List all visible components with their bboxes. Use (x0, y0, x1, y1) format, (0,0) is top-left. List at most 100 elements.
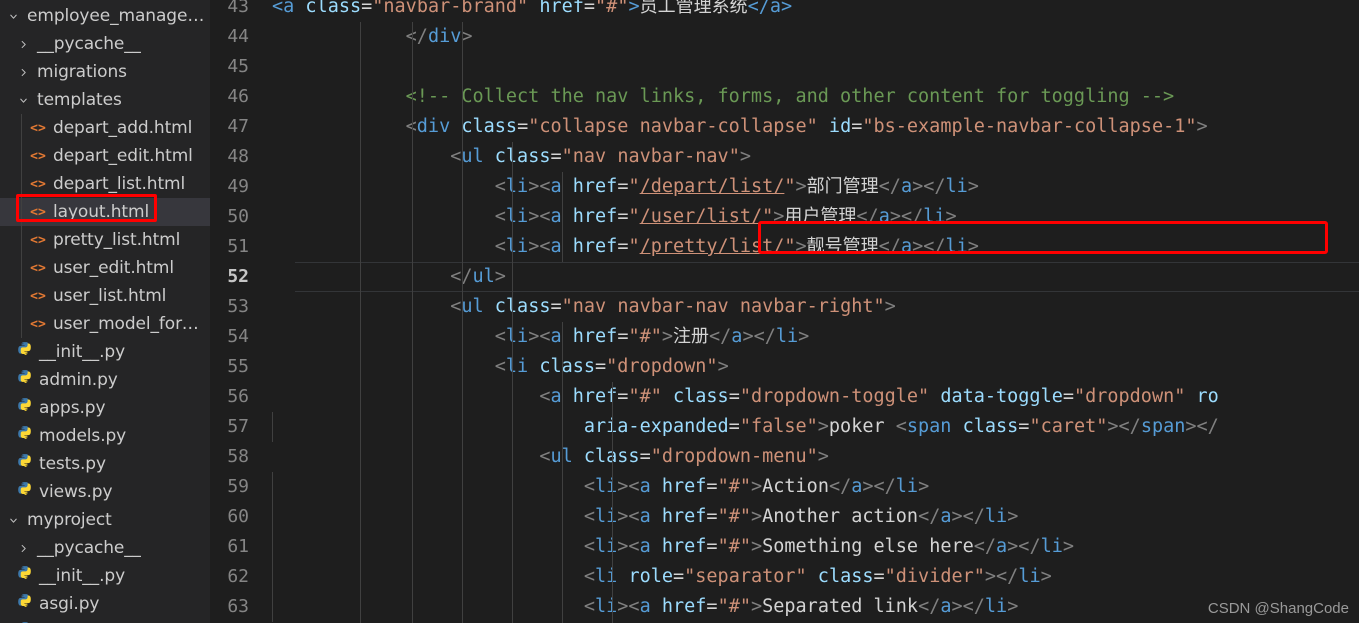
tree-item-depart-edit-html[interactable]: <> depart_edit.html (0, 142, 210, 170)
indent-guide (272, 472, 273, 502)
line-text: <!-- Collect the nav links, forms, and o… (272, 82, 1359, 112)
chevron-down-icon[interactable] (4, 515, 22, 526)
code-token: ></ (889, 206, 924, 227)
tree-item-init-py[interactable]: __init__.py (0, 338, 210, 366)
code-token: li (923, 206, 946, 227)
indent-guide (562, 442, 563, 472)
tree-item-pycache[interactable]: __pycache__ (0, 30, 210, 58)
tree-item-myproject[interactable]: myproject (0, 506, 210, 534)
code-token: href (572, 386, 618, 407)
code-token: href (661, 506, 707, 527)
tree-item-templates[interactable]: templates (0, 86, 210, 114)
tree-item-tests-py[interactable]: tests.py (0, 450, 210, 478)
tree-item-settings-py[interactable]: settings.py (0, 618, 210, 623)
indent-guide (412, 502, 413, 532)
code-token: = (706, 596, 718, 617)
code-token: "collapse navbar-collapse" (528, 116, 818, 137)
chevron-down-icon[interactable] (4, 11, 22, 22)
tree-item-depart-list-html[interactable]: <> depart_list.html (0, 170, 210, 198)
tree-item-employee-management[interactable]: employee_management (0, 2, 210, 30)
indent-guide (360, 562, 361, 592)
code-line-59[interactable]: 59 <li><a href="#">Action</a></li> (210, 472, 1359, 502)
tree-item-migrations[interactable]: migrations (0, 58, 210, 86)
code-line-55[interactable]: 55 <li class="dropdown"> (210, 352, 1359, 382)
code-token: = (639, 446, 651, 467)
indent-guide (562, 502, 563, 532)
code-line-44[interactable]: 44 </div> (210, 22, 1359, 52)
code-line-58[interactable]: 58 <ul class="dropdown-menu"> (210, 442, 1359, 472)
tree-item-user-list-html[interactable]: <> user_list.html (0, 282, 210, 310)
line-number: 59 (227, 476, 249, 497)
tree-item-label: employee_management (27, 6, 210, 26)
code-line-51[interactable]: 51 <li><a href="/pretty/list/">靓号管理</a><… (210, 232, 1359, 262)
code-line-43[interactable]: 43 <a class="navbar-brand" href="#">员工管理系… (210, 0, 1359, 22)
indent-guide (462, 502, 463, 532)
code-token: >< (617, 476, 640, 497)
indent-guide (512, 202, 513, 232)
indent-spacer (0, 352, 14, 353)
tree-item-views-py[interactable]: views.py (0, 478, 210, 506)
code-line-62[interactable]: 62 <li role="separator" class="divider">… (210, 562, 1359, 592)
code-line-45[interactable]: 45 (210, 52, 1359, 82)
code-editor[interactable]: 43 <a class="navbar-brand" href="#">员工管理系… (210, 0, 1359, 623)
chevron-right-icon[interactable] (14, 543, 32, 554)
tree-item-pycache[interactable]: __pycache__ (0, 534, 210, 562)
code-token: < (583, 596, 596, 617)
code-line-56[interactable]: 56 <a href="#" class="dropdown-toggle" d… (210, 382, 1359, 412)
code-line-57[interactable]: 57 aria-expanded="false">poker <span cla… (210, 412, 1359, 442)
file-explorer-sidebar: employee_management __pycache__ migrations… (0, 0, 210, 623)
tree-item-label: migrations (37, 62, 127, 82)
indent-guide (412, 22, 413, 52)
code-token: > (494, 266, 506, 287)
code-line-61[interactable]: 61 <li><a href="#">Something else here</… (210, 532, 1359, 562)
tree-item-apps-py[interactable]: apps.py (0, 394, 210, 422)
tree-item-layout-html[interactable]: <> layout.html (0, 198, 210, 226)
code-token: "nav navbar-nav navbar-right" (561, 296, 885, 317)
code-token: </ (973, 536, 997, 557)
indent-guide (462, 592, 463, 622)
code-line-47[interactable]: 47 <div class="collapse navbar-collapse"… (210, 112, 1359, 142)
code-token: >< (617, 596, 640, 617)
indent-guide (612, 472, 613, 502)
code-line-46[interactable]: 46 <!-- Collect the nav links, forms, an… (210, 82, 1359, 112)
tree-item-pretty-list-html[interactable]: <> pretty_list.html (0, 226, 210, 254)
tree-item-models-py[interactable]: models.py (0, 422, 210, 450)
code-line-48[interactable]: 48 <ul class="nav navbar-nav"> (210, 142, 1359, 172)
chevron-right-icon[interactable] (14, 67, 32, 78)
tree-item-admin-py[interactable]: admin.py (0, 366, 210, 394)
code-token: > (795, 176, 807, 197)
code-line-54[interactable]: 54 <li><a href="#">注册</a></li> (210, 322, 1359, 352)
indent-spacer (0, 268, 28, 269)
code-token: "#" (717, 506, 751, 527)
tree-item-user-edit-html[interactable]: <> user_edit.html (0, 254, 210, 282)
code-token: < (583, 476, 596, 497)
code-line-53[interactable]: 53 <ul class="nav navbar-nav navbar-righ… (210, 292, 1359, 322)
tree-item-depart-add-html[interactable]: <> depart_add.html (0, 114, 210, 142)
indent-spacer (0, 436, 14, 437)
indent-guide (412, 292, 413, 322)
code-line-63[interactable]: 63 <li><a href="#">Separated link</a></l… (210, 592, 1359, 622)
code-token: > (750, 596, 763, 617)
code-token: Action (762, 476, 829, 497)
code-token: li (595, 476, 618, 497)
tree-item-asgi-py[interactable]: asgi.py (0, 590, 210, 618)
code-token: li (595, 506, 618, 527)
indent-guide (360, 322, 361, 352)
code-token: a (639, 596, 662, 617)
indent-guide (512, 592, 513, 622)
chevron-down-icon[interactable] (14, 95, 32, 106)
indent-guide (412, 412, 413, 442)
code-line-60[interactable]: 60 <li><a href="#">Another action</a></l… (210, 502, 1359, 532)
tree-item-label: views.py (39, 482, 113, 502)
tree-item-init-py[interactable]: __init__.py (0, 562, 210, 590)
code-token: class (806, 566, 874, 587)
code-line-52[interactable]: 52 </ul> (210, 262, 1359, 292)
chevron-right-icon[interactable] (14, 39, 32, 50)
code-line-49[interactable]: 49 <li><a href="/depart/list/">部门管理</a><… (210, 172, 1359, 202)
code-token: li (984, 506, 1008, 527)
tree-item-user-model-form-ad[interactable]: <> user_model_form_ad... (0, 310, 210, 338)
code-token: < (494, 236, 506, 257)
code-line-50[interactable]: 50 <li><a href="/user/list/">用户管理</a></l… (210, 202, 1359, 232)
indent-guide (462, 142, 463, 172)
